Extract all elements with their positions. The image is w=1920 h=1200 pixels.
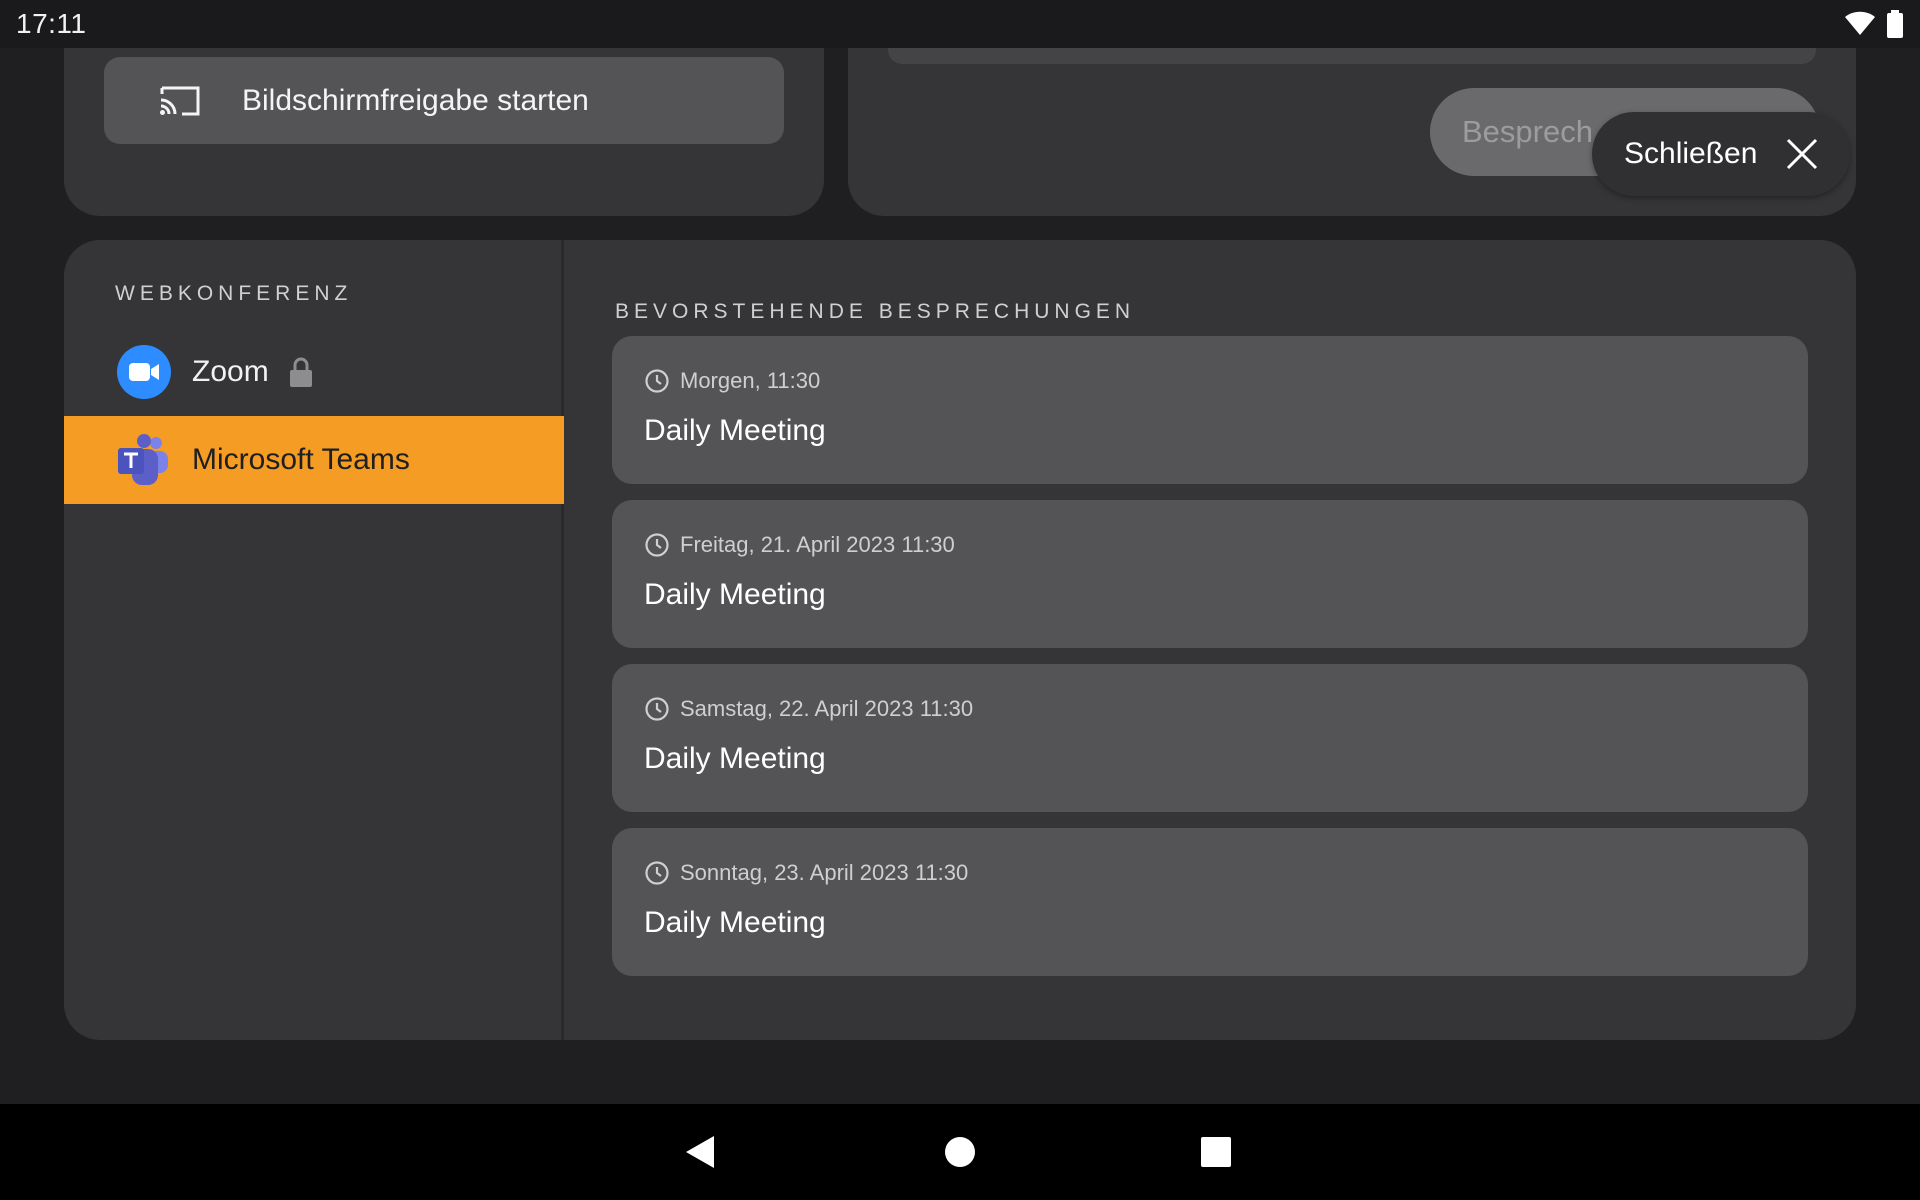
home-icon[interactable] [938,1130,982,1174]
conference-sidebar: WEBKONFERENZ Zoom Microsoft Teams [64,240,564,1040]
sidebar-item-zoom[interactable]: Zoom [64,328,564,416]
meeting-time: Freitag, 21. April 2023 11:30 [644,532,955,558]
zoom-icon [117,345,171,399]
close-button[interactable]: Schließen [1592,112,1850,196]
navigation-bar [0,1104,1920,1200]
battery-icon [1887,10,1903,38]
status-bar: 17:11 [0,0,1920,48]
meeting-time: Morgen, 11:30 [644,368,820,394]
web-conference-panel: WEBKONFERENZ Zoom Microsoft Teams BEVORS… [64,240,1856,1040]
web-conference-heading: WEBKONFERENZ [115,282,353,305]
meeting-title: Daily Meeting [644,742,826,775]
meeting-form-card: Besprech Schließen [848,48,1856,216]
status-time: 17:11 [16,8,87,39]
lock-icon [289,357,312,387]
meeting-time: Samstag, 22. April 2023 11:30 [644,696,973,722]
start-screen-share-button[interactable]: Bildschirmfreigabe starten [104,57,784,144]
close-icon [1787,138,1818,170]
sidebar-item-microsoft-teams-label: Microsoft Teams [192,443,410,476]
start-meeting-label: Besprech [1462,114,1593,149]
microsoft-teams-icon [118,434,168,485]
back-icon[interactable] [680,1130,724,1174]
meeting-time-text: Sonntag, 23. April 2023 11:30 [680,860,969,885]
meeting-time-text: Freitag, 21. April 2023 11:30 [680,532,955,557]
clock-icon [645,533,669,557]
wifi-icon [1845,11,1875,35]
meeting-card[interactable]: Sonntag, 23. April 2023 11:30 Daily Meet… [612,828,1808,976]
meeting-title: Daily Meeting [644,578,826,611]
sidebar-item-microsoft-teams[interactable]: Microsoft Teams [64,416,564,504]
meeting-time-text: Morgen, 11:30 [680,368,821,393]
meeting-title: Daily Meeting [644,414,826,447]
close-label: Schließen [1624,137,1758,170]
meeting-card[interactable]: Samstag, 22. April 2023 11:30 Daily Meet… [612,664,1808,812]
clock-icon [645,369,669,393]
cast-icon [160,86,200,115]
meeting-input-field[interactable] [888,48,1816,64]
meeting-time-text: Samstag, 22. April 2023 11:30 [680,696,974,721]
screen-share-card: Bildschirmfreigabe starten [64,48,824,216]
start-screen-share-label: Bildschirmfreigabe starten [242,83,589,117]
meeting-title: Daily Meeting [644,906,826,939]
clock-icon [645,861,669,885]
system-icons [1844,10,1904,38]
upcoming-meetings-heading: BEVORSTEHENDE BESPRECHUNGEN [615,300,1136,323]
meeting-card[interactable]: Freitag, 21. April 2023 11:30 Daily Meet… [612,500,1808,648]
sidebar-item-zoom-label: Zoom [192,355,269,388]
meeting-time: Sonntag, 23. April 2023 11:30 [644,860,968,886]
meeting-card[interactable]: Morgen, 11:30 Daily Meeting [612,336,1808,484]
recents-icon[interactable] [1194,1130,1238,1174]
app-content: Bildschirmfreigabe starten Besprech Schl… [0,48,1920,1104]
clock-icon [645,697,669,721]
